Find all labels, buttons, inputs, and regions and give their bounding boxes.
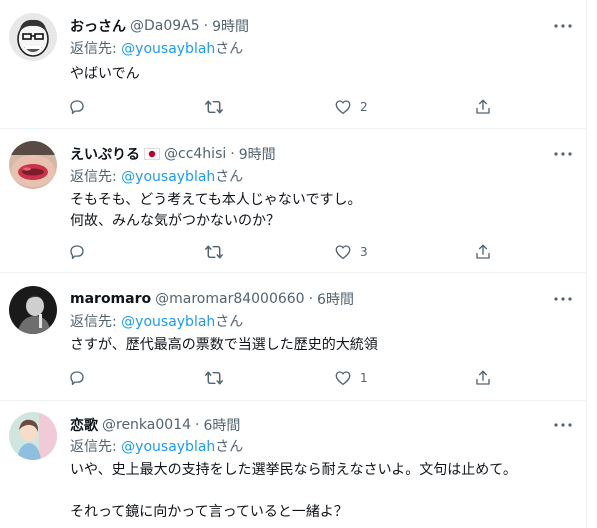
separator-dot: · (203, 18, 209, 34)
like-count: 1 (360, 371, 368, 385)
tweet[interactable]: 恋歌 @renka0014 · 6時間 返信先: @yousayblahさん い… (0, 400, 586, 528)
like-button[interactable]: 1 (334, 366, 368, 390)
reply-suffix: さん (215, 41, 244, 57)
tweet-header: えいぷりる @cc4hisi · 9時間 (70, 144, 276, 164)
tweet-text-blank-line (70, 481, 517, 502)
display-name[interactable]: 恋歌 (70, 415, 98, 435)
action-bar: 2 (62, 95, 502, 119)
reply-suffix: さん (215, 314, 244, 330)
tweet-text: さすが、歴代最高の票数で当選した歴史的大統領 (70, 335, 378, 356)
reply-context: 返信先: @yousayblahさん (70, 39, 243, 59)
avatar[interactable] (9, 412, 57, 460)
japan-flag-icon (144, 148, 160, 160)
action-bar: 1 (62, 366, 502, 390)
reply-prefix: 返信先: (70, 169, 122, 185)
reply-icon (70, 245, 84, 260)
like-count: 2 (360, 100, 368, 114)
timestamp[interactable]: 9時間 (239, 144, 276, 164)
more-icon[interactable] (554, 290, 572, 308)
like-icon (335, 371, 351, 386)
reply-context: 返信先: @yousayblahさん (70, 437, 243, 457)
user-handle[interactable]: @maromar84000660 (155, 291, 304, 307)
more-icon[interactable] (554, 145, 572, 163)
share-button[interactable] (474, 366, 492, 390)
separator-dot: · (230, 146, 235, 162)
user-handle[interactable]: @cc4hisi (164, 146, 226, 162)
tweet-text: いや、史上最大の支持をした選挙民なら耐えなさいよ。文句は止めて。 それって鏡に向… (70, 460, 517, 523)
tweet-text-line: いや、史上最大の支持をした選挙民なら耐えなさいよ。文句は止めて。 (70, 462, 517, 478)
like-count: 3 (360, 245, 368, 259)
separator-dot: · (308, 291, 314, 307)
like-icon (335, 100, 351, 115)
reply-prefix: 返信先: (70, 314, 122, 330)
tweet-text-line: そもそも、どう考えても本人じゃないですし。 (70, 192, 362, 208)
share-button[interactable] (474, 95, 492, 119)
reply-mention-link[interactable]: @yousayblah (121, 169, 215, 185)
separator-dot: · (195, 417, 200, 433)
tweet-text: そもそも、どう考えても本人じゃないですし。 何故、みんな気がつかないのか？ (70, 190, 361, 232)
avatar[interactable] (9, 286, 57, 334)
retweet-button[interactable] (204, 366, 224, 390)
tweet[interactable]: maromaro @maromar84000660 · 6時間 返信先: @yo… (0, 272, 586, 401)
timestamp[interactable]: 9時間 (212, 16, 249, 36)
reply-button[interactable] (68, 240, 86, 264)
avatar[interactable] (9, 13, 57, 61)
retweet-icon (205, 100, 223, 114)
reply-context: 返信先: @yousayblahさん (70, 312, 243, 332)
avatar[interactable] (9, 141, 57, 189)
reply-suffix: さん (215, 439, 244, 455)
reply-button[interactable] (68, 366, 86, 390)
reply-feed: おっさん @Da09A5 · 9時間 返信先: @yousayblahさん やば… (0, 0, 587, 528)
display-name[interactable]: maromaro (70, 291, 151, 307)
share-icon (476, 244, 490, 259)
timestamp[interactable]: 6時間 (203, 415, 240, 435)
tweet-text-line: やばいでん (70, 66, 140, 82)
tweet-header: 恋歌 @renka0014 · 6時間 (70, 415, 240, 435)
share-button[interactable] (474, 240, 492, 264)
timestamp[interactable]: 6時間 (317, 289, 354, 309)
tweet-text-line: さすが、歴代最高の票数で当選した歴史的大統領 (70, 337, 378, 353)
like-button[interactable]: 3 (334, 240, 368, 264)
tweet-text-line: 何故、みんな気がつかないのか？ (70, 213, 280, 229)
action-bar: 3 (62, 240, 502, 264)
retweet-button[interactable] (204, 240, 224, 264)
display-name[interactable]: えいぷりる (70, 144, 140, 164)
like-icon (335, 245, 351, 260)
reply-mention-link[interactable]: @yousayblah (121, 314, 215, 330)
share-icon (476, 99, 490, 114)
user-handle[interactable]: @Da09A5 (130, 18, 200, 34)
reply-button[interactable] (68, 95, 86, 119)
tweet[interactable]: えいぷりる @cc4hisi · 9時間 返信先: @yousayblahさん … (0, 128, 586, 273)
more-icon[interactable] (554, 17, 572, 35)
reply-suffix: さん (215, 169, 244, 185)
reply-icon (70, 371, 84, 386)
tweet-header: maromaro @maromar84000660 · 6時間 (70, 289, 354, 309)
retweet-icon (205, 245, 223, 259)
reply-mention-link[interactable]: @yousayblah (121, 439, 215, 455)
retweet-icon (205, 371, 223, 385)
tweet-header: おっさん @Da09A5 · 9時間 (70, 16, 249, 36)
reply-context: 返信先: @yousayblahさん (70, 167, 243, 187)
reply-prefix: 返信先: (70, 41, 122, 57)
tweet-text-line: それって鏡に向かって言っていると一緒よ？ (70, 504, 348, 520)
more-icon[interactable] (554, 416, 572, 434)
share-icon (476, 370, 490, 385)
reply-icon (70, 100, 84, 115)
tweet-text: やばいでん (70, 64, 140, 85)
reply-prefix: 返信先: (70, 439, 122, 455)
display-name[interactable]: おっさん (70, 16, 126, 36)
user-handle[interactable]: @renka0014 (102, 417, 191, 433)
like-button[interactable]: 2 (334, 95, 368, 119)
retweet-button[interactable] (204, 95, 224, 119)
reply-mention-link[interactable]: @yousayblah (121, 41, 215, 57)
tweet[interactable]: おっさん @Da09A5 · 9時間 返信先: @yousayblahさん やば… (0, 0, 586, 129)
